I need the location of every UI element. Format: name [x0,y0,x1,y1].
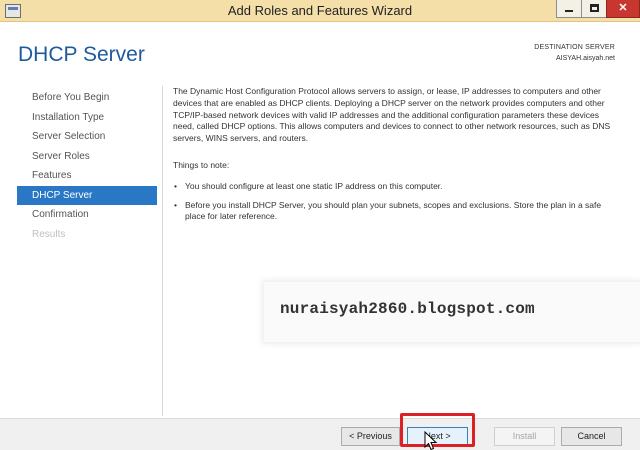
nav-item-results: Results [32,228,66,240]
nav-item-server-selection[interactable]: Server Selection [17,127,157,147]
nav-item-installation-type[interactable]: Installation Type [17,108,157,128]
window-title: Add Roles and Features Wizard [227,3,413,18]
note-item: Before you install DHCP Server, you shou… [173,200,621,224]
nav-item-before-you-begin[interactable]: Before You Begin [17,88,157,108]
wizard-nav: Before You Begin Installation Type Serve… [17,88,157,244]
nav-item-dhcp-server[interactable]: DHCP Server [17,185,157,205]
maximize-icon [589,4,599,12]
blog-watermark: nuraisyah2860.blogspot.com [264,282,640,342]
nav-item-server-roles[interactable]: Server Roles [17,147,157,167]
minimize-button[interactable] [556,0,582,18]
minimize-icon [565,10,573,12]
nav-item-confirmation[interactable]: Confirmation [17,205,157,225]
footer-bar: < Previous Next > Install Cancel [0,418,640,450]
previous-button[interactable]: < Previous [341,427,400,446]
title-bar[interactable]: Add Roles and Features Wizard ✕ [0,0,640,22]
page-title: DHCP Server [18,43,145,66]
cancel-button[interactable]: Cancel [561,427,622,446]
watermark-text: nuraisyah2860.blogspot.com [280,300,535,318]
destination-server-label: DESTINATION SERVER [534,44,615,51]
nav-divider [162,86,163,416]
notes-heading: Things to note: [173,159,230,170]
intro-paragraph: The Dynamic Host Configuration Protocol … [173,86,611,144]
destination-server-value: AISYAH.aisyah.net [555,55,615,62]
close-icon: ✕ [618,2,628,14]
install-button: Install [494,427,555,446]
mouse-pointer-icon [424,431,438,450]
content-pane: The Dynamic Host Configuration Protocol … [173,86,621,230]
note-item: You should configure at least one static… [173,181,621,193]
nav-item-features[interactable]: Features [17,166,157,186]
maximize-button[interactable] [581,0,607,18]
close-button[interactable]: ✕ [606,0,640,18]
